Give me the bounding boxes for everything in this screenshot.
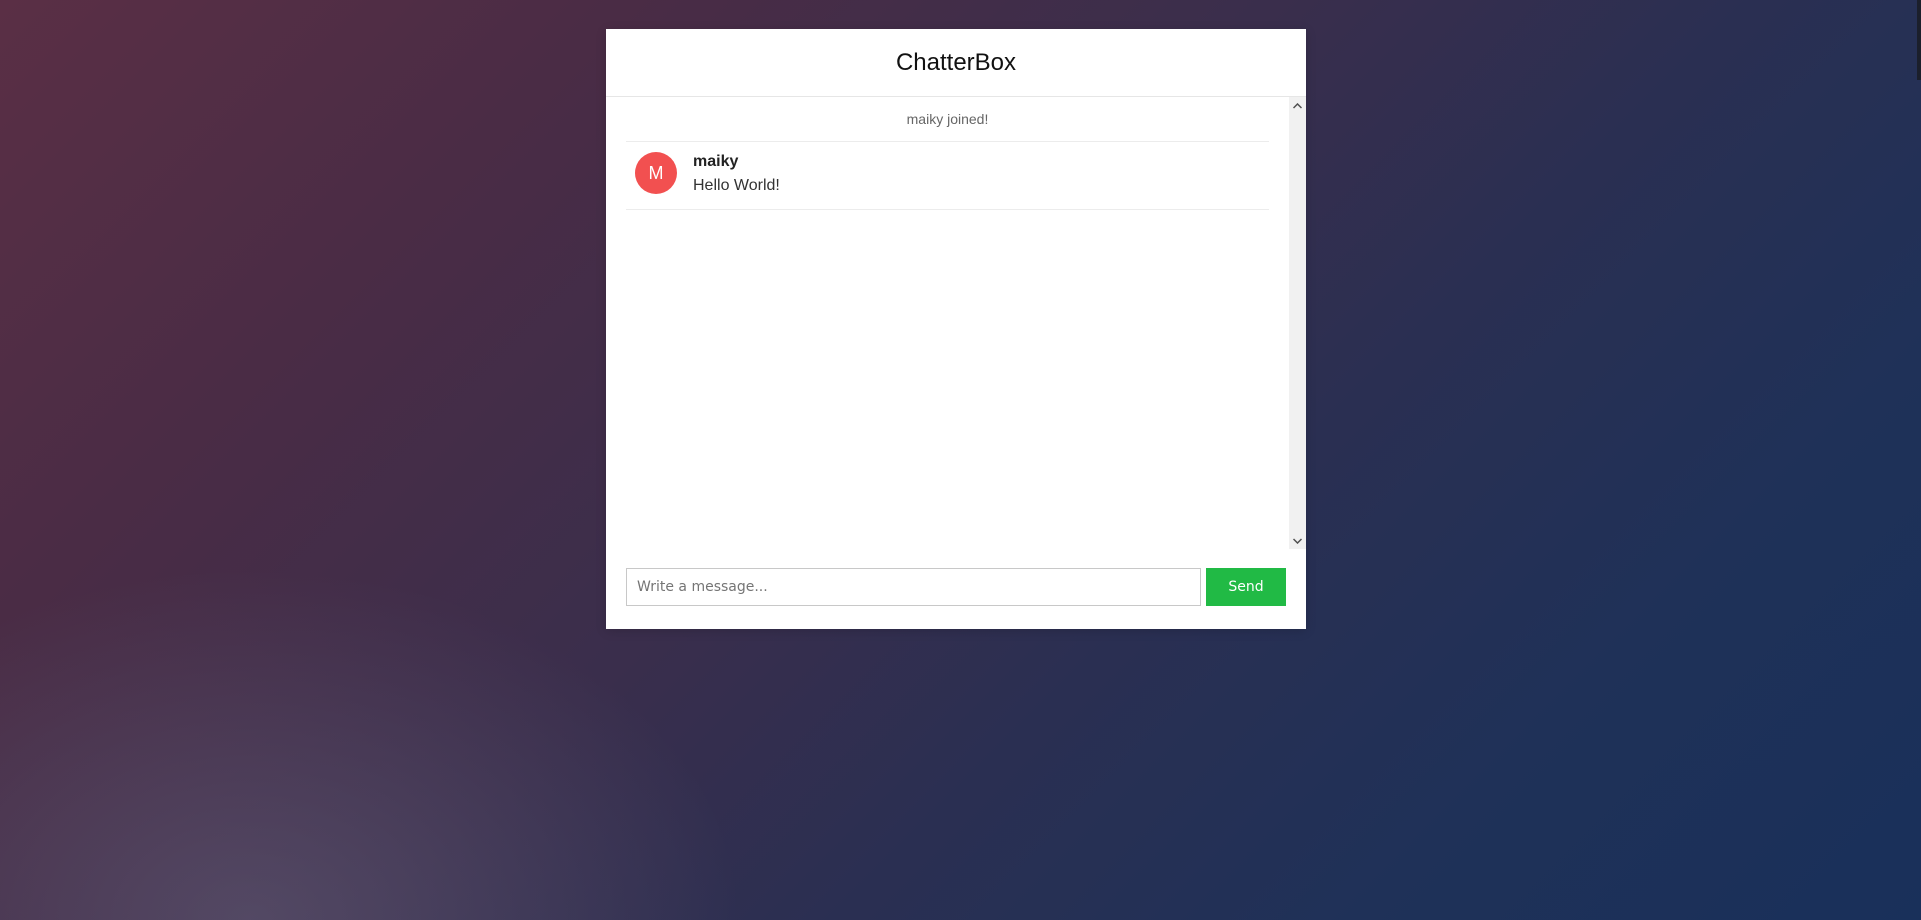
- message-input[interactable]: [626, 568, 1201, 606]
- chat-panel: ChatterBox maiky joined! M maiky Hello W…: [606, 29, 1306, 629]
- message-author: maiky: [693, 153, 739, 170]
- messages-area[interactable]: maiky joined! M maiky Hello World!: [606, 97, 1306, 549]
- messages-scrollbar[interactable]: [1289, 97, 1306, 549]
- send-button[interactable]: Send: [1206, 568, 1286, 606]
- message-composer: Send: [626, 568, 1286, 606]
- chevron-up-icon[interactable]: [1289, 97, 1306, 114]
- avatar: M: [635, 152, 677, 194]
- chat-message: M maiky Hello World!: [626, 142, 1269, 210]
- message-text: Hello World!: [693, 177, 780, 194]
- app-title: ChatterBox: [895, 48, 1017, 76]
- chevron-down-icon[interactable]: [1289, 532, 1306, 549]
- message-body: maiky Hello World!: [693, 152, 780, 195]
- chat-header: ChatterBox: [606, 29, 1306, 97]
- messages-list: maiky joined! M maiky Hello World!: [626, 97, 1269, 210]
- system-message: maiky joined!: [626, 97, 1269, 142]
- window-scrollbar-thumb[interactable]: [1917, 0, 1921, 80]
